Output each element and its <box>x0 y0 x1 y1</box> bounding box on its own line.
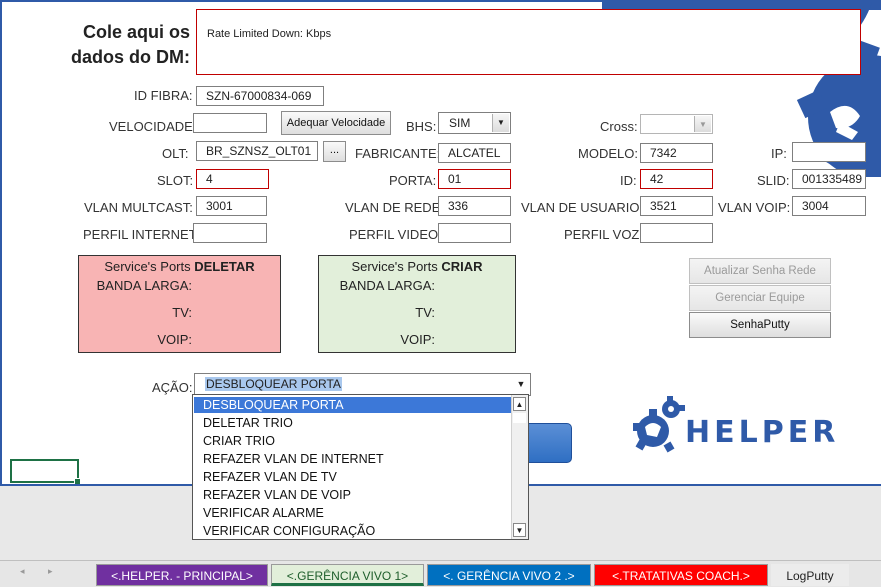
vlan-multcast-field[interactable]: 3001 <box>196 196 267 216</box>
id-field[interactable]: 42 <box>640 169 713 189</box>
slot-label: SLOT: <box>157 173 194 188</box>
paste-prompt-line2: dados do DM: <box>71 47 190 67</box>
criar-title-prefix: Service's Ports <box>351 259 442 274</box>
criar-voip-label: VOIP: <box>400 332 435 347</box>
criar-tv-label: TV: <box>415 305 435 320</box>
fabricante-field[interactable]: ALCATEL <box>438 143 511 163</box>
dropdown-option[interactable]: DESBLOQUEAR PORTA <box>203 398 344 412</box>
ip-field[interactable] <box>792 142 866 162</box>
bhs-select[interactable]: SIM ▼ <box>438 112 511 134</box>
dropdown-option[interactable]: VERIFICAR ALARME <box>203 506 324 520</box>
ip-label: IP: <box>771 146 787 161</box>
tab-scroll-left-icon[interactable]: ◂ <box>20 566 25 577</box>
id-label: ID: <box>620 173 637 188</box>
dropdown-option[interactable]: DELETAR TRIO <box>203 416 293 430</box>
service-ports-criar-title: Service's Ports CRIAR <box>319 259 515 274</box>
vlan-usuario-label: VLAN DE USUARIO: <box>521 200 644 215</box>
vlan-usuario-field[interactable]: 3521 <box>640 196 713 216</box>
adequar-velocidade-button[interactable]: Adequar Velocidade <box>281 111 391 135</box>
acao-dropdown-list[interactable]: DESBLOQUEAR PORTA DELETAR TRIO CRIAR TRI… <box>192 394 529 540</box>
porta-field[interactable]: 01 <box>438 169 511 189</box>
id-fibra-field[interactable]: SZN-67000834-069 <box>196 86 324 106</box>
vlan-multcast-label: VLAN MULTCAST: <box>84 200 193 215</box>
tab-tratativas-coach[interactable]: <.TRATATIVAS COACH.> <box>594 564 768 586</box>
tab-helper-principal[interactable]: <.HELPER. - PRINCIPAL> <box>96 564 268 586</box>
paste-prompt-line1: Cole aqui os <box>82 22 190 42</box>
dropdown-option[interactable]: CRIAR TRIO <box>203 434 275 448</box>
porta-label: PORTA: <box>389 173 437 188</box>
senhaputty-button[interactable]: SenhaPutty <box>689 312 831 338</box>
modelo-field[interactable]: 7342 <box>640 143 713 163</box>
gerenciar-equipe-button[interactable]: Gerenciar Equipe <box>689 285 831 311</box>
vlan-rede-field[interactable]: 336 <box>438 196 511 216</box>
selected-cell[interactable] <box>10 459 81 484</box>
vlan-voip-field[interactable]: 3004 <box>792 196 866 216</box>
cross-label: Cross: <box>600 119 638 134</box>
dm-paste-text: Rate Limited Down: Kbps <box>207 28 332 40</box>
dropdown-arrow-icon[interactable]: ▼ <box>513 375 529 394</box>
scroll-down-icon[interactable]: ▼ <box>513 523 526 537</box>
bhs-select-value: SIM <box>449 116 471 130</box>
perfil-video-field[interactable] <box>438 223 511 243</box>
acao-select[interactable]: DESBLOQUEAR PORTA ▼ <box>194 373 531 396</box>
olt-field[interactable]: BR_SZNSZ_OLT01 <box>196 141 318 161</box>
paste-prompt: Cole aqui os dados do DM: <box>42 20 190 70</box>
acao-label: AÇÃO: <box>152 380 193 395</box>
dropdown-scrollbar[interactable]: ▲ ▼ <box>511 395 528 539</box>
tab-logputty[interactable]: LogPutty <box>771 564 849 586</box>
tab-gerencia-vivo-1[interactable]: <.GERÊNCIA VIVO 1> <box>271 564 424 586</box>
olt-browse-button[interactable]: ... <box>323 141 346 162</box>
slid-field[interactable]: 001335489 <box>792 169 866 189</box>
velocidade-label: VELOCIDADE: <box>109 119 197 134</box>
modelo-label: MODELO: <box>578 146 638 161</box>
dropdown-option[interactable]: REFAZER VLAN DE INTERNET <box>203 452 384 466</box>
dropdown-option[interactable]: VERIFICAR CONFIGURAÇÃO <box>203 524 375 538</box>
dropdown-arrow-icon[interactable]: ▼ <box>492 114 509 132</box>
vlan-voip-label: VLAN VOIP: <box>718 200 791 215</box>
perfil-internet-label: PERFIL INTERNET: <box>83 227 199 242</box>
service-ports-criar-panel: Service's Ports CRIAR BANDA LARGA: TV: V… <box>318 255 516 353</box>
criar-title-bold: CRIAR <box>441 259 483 274</box>
slid-label: SLID: <box>757 173 790 188</box>
deletar-banda-larga-label: BANDA LARGA: <box>96 278 192 293</box>
perfil-voz-label: PERFIL VOZ: <box>564 227 643 242</box>
acao-select-value: DESBLOQUEAR PORTA <box>205 377 342 391</box>
helper-logo: HELPER <box>627 395 857 459</box>
scroll-thumb[interactable] <box>513 413 526 423</box>
helper-gear-icon <box>633 396 685 453</box>
tab-scroll-right-icon[interactable]: ▸ <box>48 566 53 577</box>
criar-banda-larga-label: BANDA LARGA: <box>339 278 435 293</box>
id-fibra-label: ID FIBRA: <box>134 88 193 103</box>
sheet-tab-bar: ◂ ▸ <.HELPER. - PRINCIPAL> <.GERÊNCIA VI… <box>0 560 881 587</box>
perfil-voz-field[interactable] <box>640 223 713 243</box>
cross-select[interactable]: ▼ <box>640 114 713 134</box>
dm-paste-textbox[interactable]: Rate Limited Down: Kbps <box>196 9 861 75</box>
perfil-video-label: PERFIL VIDEO: <box>349 227 442 242</box>
deletar-title-prefix: Service's Ports <box>104 259 195 274</box>
vlan-rede-label: VLAN DE REDE: <box>345 200 444 215</box>
bhs-label: BHS: <box>406 119 437 134</box>
slot-field[interactable]: 4 <box>196 169 269 189</box>
dropdown-option[interactable]: REFAZER VLAN DE VOIP <box>203 488 351 502</box>
dropdown-arrow-icon[interactable]: ▼ <box>694 116 711 132</box>
velocidade-field[interactable] <box>193 113 267 133</box>
fabricante-label: FABRICANTE: <box>355 146 441 161</box>
scroll-up-icon[interactable]: ▲ <box>513 397 526 411</box>
olt-label: OLT: <box>162 146 189 161</box>
deletar-title-bold: DELETAR <box>194 259 255 274</box>
helper-logo-text: HELPER <box>685 415 840 450</box>
deletar-tv-label: TV: <box>172 305 192 320</box>
atualizar-senha-rede-button[interactable]: Atualizar Senha Rede <box>689 258 831 284</box>
service-ports-deletar-panel: Service's Ports DELETAR BANDA LARGA: TV:… <box>78 255 281 353</box>
perfil-internet-field[interactable] <box>193 223 267 243</box>
deletar-voip-label: VOIP: <box>157 332 192 347</box>
service-ports-deletar-title: Service's Ports DELETAR <box>79 259 280 274</box>
tab-gerencia-vivo-2[interactable]: <. GERÊNCIA VIVO 2 .> <box>427 564 591 586</box>
dropdown-option[interactable]: REFAZER VLAN DE TV <box>203 470 337 484</box>
